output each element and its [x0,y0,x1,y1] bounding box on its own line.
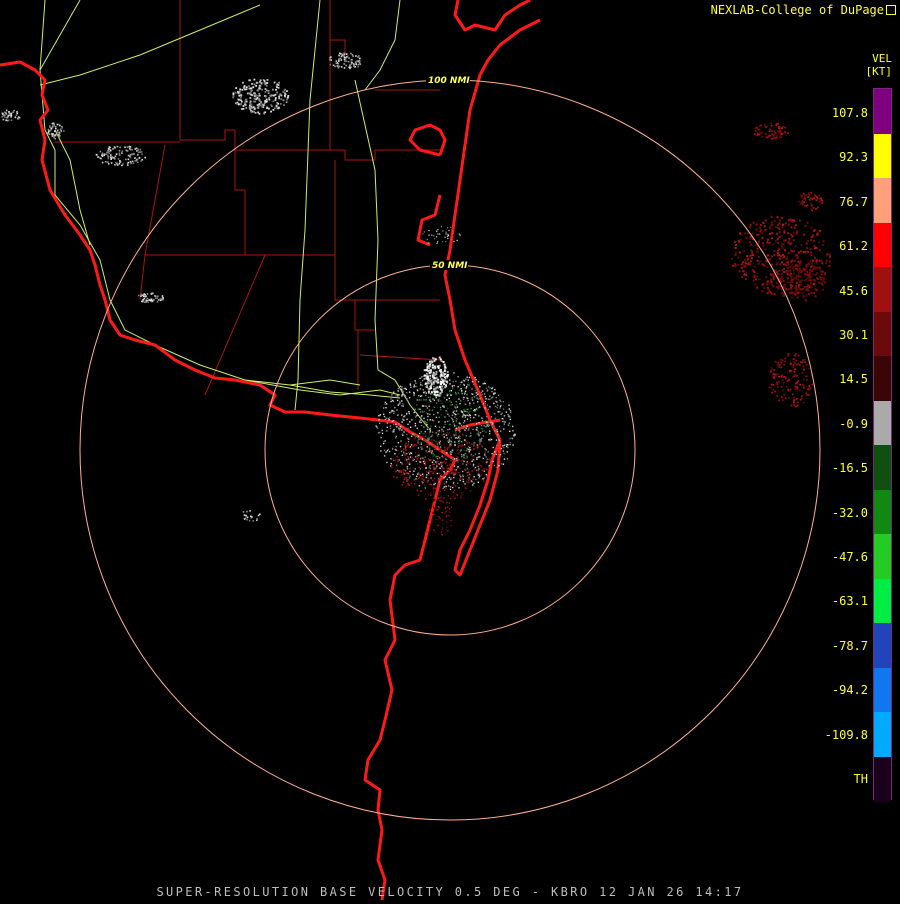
legend-label: 92.3 [839,150,868,165]
coastline-and-border [0,0,541,901]
legend-color-swatch [874,578,891,624]
legend-color-swatch [874,222,891,268]
legend-color-swatch [874,311,891,357]
legend-label: TH [853,772,868,786]
velocity-scale-labels: 107.8 92.3 76.7 61.2 45.6 30.1 14.5 -0.9 -16.5 -3… [800,0,868,900]
range-ring-label-50: 50 NMI [432,261,468,271]
legend-label: -32.0 [831,505,868,520]
legend-product-code: VEL [872,52,892,65]
range-ring-50 [264,264,636,636]
legend-color-swatch [874,133,891,179]
highways [39,0,431,431]
legend-color-swatch [874,712,891,757]
radar-map: 100 NMI 50 NMI [0,0,831,901]
legend-label: -0.9 [839,416,868,431]
legend-color-swatch [874,756,891,802]
radar-display: 100 NMI 50 NMI NEXLAB-College of DuPage … [0,0,900,901]
legend-color-swatch [874,89,891,134]
legend-label: 45.6 [839,283,868,298]
external-link-icon [886,5,896,15]
legend-color-swatch [874,489,891,535]
legend-units: [KT] [865,65,893,78]
range-ring-100 [79,79,821,821]
legend-label: 76.7 [839,194,868,209]
legend-label: 14.5 [839,372,868,387]
legend-label: -63.1 [831,594,868,609]
legend-title: VEL [KT] [866,52,893,78]
legend-label: -47.6 [831,550,868,564]
county-boundaries [55,0,441,396]
legend-color-swatch [874,356,891,401]
radar-echoes [1,52,831,536]
range-ring-label-100: 100 NMI [428,76,470,86]
legend-color-swatch [874,400,891,446]
legend-label: -109.8 [824,727,868,742]
legend-label: 61.2 [839,239,868,254]
legend-label: 107.8 [831,106,868,120]
product-caption: SUPER-RESOLUTION BASE VELOCITY 0.5 DEG -… [156,885,744,899]
legend-label: -94.2 [831,683,868,698]
legend-color-swatch [874,667,891,713]
legend-label: -78.7 [831,638,868,653]
legend-label: -16.5 [831,461,868,476]
legend-color-swatch [874,445,891,490]
legend-color-swatch [874,178,891,223]
legend-color-swatch [874,534,891,579]
range-rings [79,79,821,821]
legend-color-swatch [874,267,891,312]
legend-color-swatch [874,623,891,668]
velocity-color-scale [873,88,892,802]
legend-label: 30.1 [839,328,868,342]
